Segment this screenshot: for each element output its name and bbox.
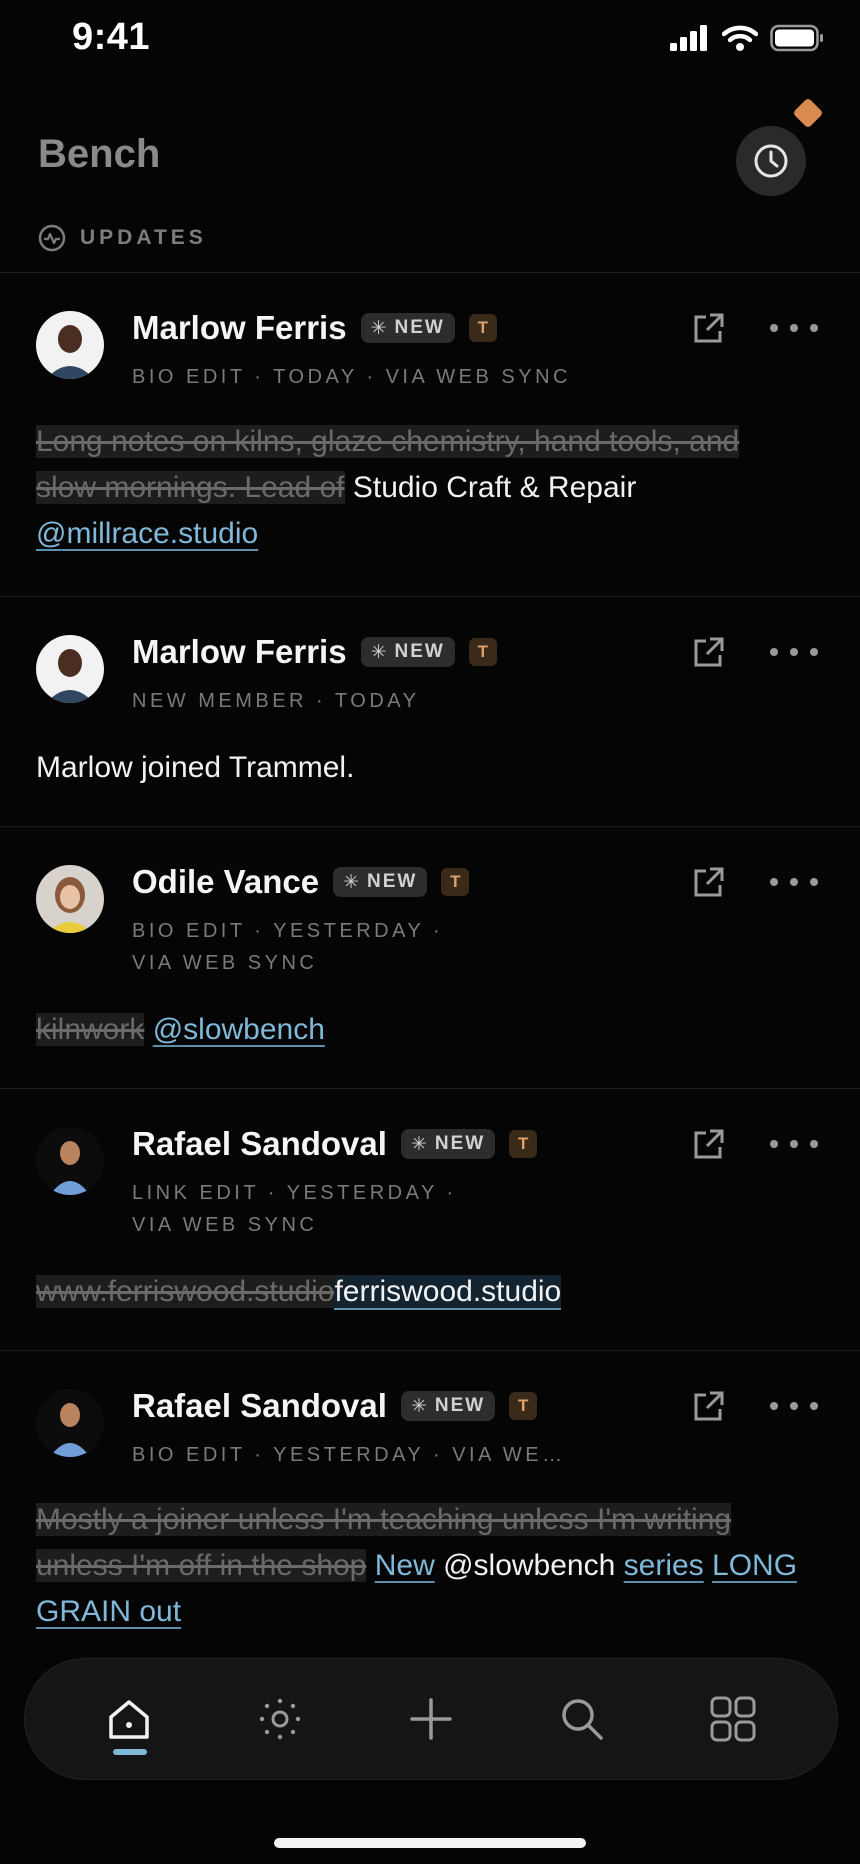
- new-badge-label: NEW: [434, 1395, 486, 1416]
- new-badge-label: NEW: [394, 317, 445, 338]
- more-options-icon[interactable]: [770, 1391, 818, 1421]
- name-row: Rafael Sandoval ✳ NEW T: [132, 1125, 538, 1163]
- signal-icon: [670, 25, 707, 51]
- grid-icon: [710, 1696, 756, 1742]
- sparkle-icon: ✳: [343, 871, 362, 893]
- mention-link[interactable]: @slowbench: [153, 1013, 325, 1046]
- item-body: Long notes on kilns, glaze chemistry, ha…: [36, 419, 800, 557]
- external-link-icon[interactable]: [690, 1389, 726, 1425]
- active-tab-indicator: [112, 1749, 147, 1755]
- tab-apps[interactable]: [693, 1679, 773, 1759]
- name-row: Odile Vance ✳ NEW T: [132, 863, 470, 901]
- item-meta: BIO EDIT · TODAY · VIA WEB SYNC: [132, 366, 571, 388]
- external-link-icon[interactable]: [690, 1127, 726, 1163]
- t-badge: T: [509, 1392, 538, 1420]
- more-options-icon[interactable]: [770, 867, 818, 897]
- page-title: Bench: [38, 132, 161, 176]
- plus-icon: [410, 1698, 452, 1740]
- tab-add[interactable]: [391, 1679, 471, 1759]
- user-name[interactable]: Marlow Ferris: [132, 633, 347, 671]
- meta-line: BIO EDIT · YESTERDAY ·: [132, 920, 444, 942]
- item-body: www.ferriswood.studioferriswood.studio: [36, 1269, 800, 1315]
- section-header: UPDATES: [38, 224, 207, 252]
- tab-bar: [24, 1658, 838, 1780]
- meta-line: LINK EDIT · YESTERDAY ·: [132, 1182, 457, 1204]
- status-time: 9:41: [72, 16, 151, 58]
- external-link-icon[interactable]: [690, 865, 726, 901]
- more-options-icon[interactable]: [770, 1129, 818, 1159]
- name-row: Marlow Ferris ✳ NEW T: [132, 633, 497, 671]
- avatar[interactable]: [36, 1389, 104, 1457]
- t-badge: T: [441, 868, 470, 896]
- new-badge: ✳ NEW: [400, 1129, 496, 1159]
- notification-dot: [792, 97, 824, 129]
- new-badge-label: NEW: [434, 1133, 486, 1154]
- mention-link[interactable]: @millrace.studio: [36, 517, 258, 550]
- new-badge: ✳ NEW: [360, 313, 455, 343]
- removed-text: www.ferriswood.studio: [36, 1275, 335, 1308]
- t-badge: T: [509, 1130, 538, 1158]
- status-bar: 9:41: [0, 0, 860, 80]
- section-title: UPDATES: [80, 226, 207, 249]
- wifi-icon: [722, 25, 758, 51]
- meta-line: VIA WEB SYNC: [132, 1214, 318, 1236]
- added-link[interactable]: New: [375, 1549, 435, 1582]
- status-icons: [670, 24, 824, 52]
- tab-search[interactable]: [542, 1679, 622, 1759]
- tab-discover[interactable]: [240, 1679, 320, 1759]
- home-icon: [108, 1700, 149, 1739]
- avatar[interactable]: [36, 1127, 104, 1195]
- sparkle-icon: ✳: [410, 1395, 429, 1417]
- user-name[interactable]: Odile Vance: [132, 863, 319, 901]
- external-link-icon[interactable]: [690, 635, 726, 671]
- clock-history-icon: [754, 144, 788, 178]
- item-body: kilnwork @slowbench: [36, 1007, 800, 1053]
- item-meta: BIO EDIT · YESTERDAY · VIA WEB SYNC: [132, 915, 443, 979]
- tab-home[interactable]: [89, 1679, 169, 1759]
- new-badge: ✳ NEW: [360, 637, 455, 667]
- feed-item[interactable]: Marlow Ferris ✳ NEW T NEW MEMBER · TODAY…: [0, 597, 860, 827]
- sun-icon: [259, 1698, 300, 1740]
- external-link-icon[interactable]: [690, 311, 726, 347]
- new-badge-label: NEW: [394, 641, 445, 662]
- added-link[interactable]: series: [624, 1549, 704, 1582]
- battery-icon: [770, 24, 823, 52]
- new-badge: ✳ NEW: [400, 1391, 496, 1421]
- t-badge: T: [468, 314, 497, 342]
- history-button[interactable]: [736, 126, 806, 196]
- removed-text: kilnwork: [36, 1013, 145, 1046]
- more-options-icon[interactable]: [770, 313, 818, 343]
- name-row: Marlow Ferris ✳ NEW T: [132, 309, 497, 347]
- avatar[interactable]: [36, 865, 104, 933]
- sparkle-icon: ✳: [370, 641, 389, 663]
- feed-item[interactable]: Marlow Ferris ✳ NEW T BIO EDIT · TODAY ·…: [0, 273, 860, 597]
- item-meta: NEW MEMBER · TODAY: [132, 690, 420, 712]
- search-icon: [562, 1699, 603, 1740]
- feed-item[interactable]: Rafael Sandoval ✳ NEW T BIO EDIT · YESTE…: [0, 1351, 860, 1651]
- avatar[interactable]: [36, 311, 104, 379]
- sparkle-icon: ✳: [410, 1133, 429, 1155]
- added-text[interactable]: ferriswood.studio: [334, 1275, 562, 1310]
- item-meta: BIO EDIT · YESTERDAY · VIA WE…: [132, 1444, 566, 1466]
- item-meta: LINK EDIT · YESTERDAY · VIA WEB SYNC: [132, 1177, 457, 1241]
- name-row: Rafael Sandoval ✳ NEW T: [132, 1387, 538, 1425]
- feed-item[interactable]: Odile Vance ✳ NEW T BIO EDIT · YESTERDAY…: [0, 827, 860, 1089]
- added-text: @slowbench: [443, 1549, 616, 1582]
- feed-item[interactable]: Rafael Sandoval ✳ NEW T LINK EDIT · YEST…: [0, 1089, 860, 1351]
- user-name[interactable]: Rafael Sandoval: [132, 1387, 387, 1425]
- user-name[interactable]: Rafael Sandoval: [132, 1125, 387, 1163]
- t-badge: T: [468, 638, 497, 666]
- activity-icon: [38, 224, 66, 252]
- more-options-icon[interactable]: [770, 637, 818, 667]
- avatar[interactable]: [36, 635, 104, 703]
- meta-line: VIA WEB SYNC: [132, 952, 318, 974]
- home-indicator[interactable]: [274, 1838, 586, 1848]
- added-text: Studio Craft & Repair: [352, 471, 637, 504]
- item-body: Marlow joined Trammel.: [36, 751, 355, 784]
- sparkle-icon: ✳: [370, 317, 389, 339]
- user-name[interactable]: Marlow Ferris: [132, 309, 347, 347]
- new-badge: ✳ NEW: [333, 867, 428, 897]
- new-badge-label: NEW: [367, 871, 418, 892]
- item-body: Mostly a joiner unless I'm teaching unle…: [36, 1497, 800, 1635]
